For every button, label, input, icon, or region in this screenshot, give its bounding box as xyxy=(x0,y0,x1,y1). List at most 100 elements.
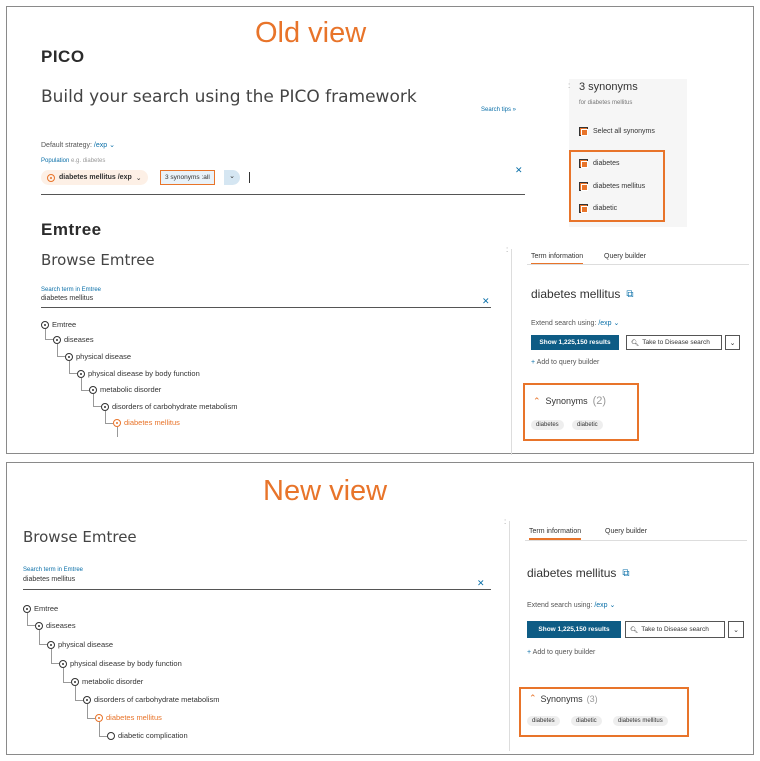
chevron-down-icon: ⌄ xyxy=(609,602,616,609)
copy-icon[interactable]: ⧉ xyxy=(626,289,633,300)
search-tips-link[interactable]: Search tips » xyxy=(481,107,516,113)
node-dot-icon xyxy=(101,402,109,411)
chevron-up-icon: ⌃ xyxy=(529,693,537,703)
term-title: diabetes mellitus ⧉ xyxy=(527,566,630,580)
default-strategy: Default strategy: /exp ⌄ xyxy=(41,141,115,149)
default-strategy-dropdown[interactable]: /exp ⌄ xyxy=(94,142,115,149)
population-label: Population e.g. diabetes xyxy=(41,158,106,164)
emtree-search-clear-icon[interactable]: ✕ xyxy=(477,578,485,589)
emtree-search-input[interactable]: diabetes mellitus xyxy=(23,576,75,583)
tree-node[interactable]: Emtree xyxy=(23,604,58,613)
panel-divider-handle: : xyxy=(504,517,507,526)
select-all-synonyms[interactable]: Select all synonyms xyxy=(579,127,655,136)
tree-node[interactable]: disorders of carbohydrate metabolism xyxy=(83,695,219,704)
node-dot-icon xyxy=(113,418,121,427)
synonym-chip[interactable]: diabetes xyxy=(527,716,560,726)
synonym-option[interactable]: diabetes mellitus xyxy=(579,182,645,191)
tabs-underline xyxy=(527,264,749,265)
synonym-chip[interactable]: diabetes mellitus xyxy=(613,716,668,726)
node-dot-icon xyxy=(65,352,73,361)
default-strategy-label: Default strategy: xyxy=(41,142,92,149)
tree-node[interactable]: physical disease by body function xyxy=(77,369,200,378)
node-dot-icon xyxy=(53,335,61,344)
add-to-query-builder[interactable]: + Add to query builder xyxy=(531,359,599,366)
emtree-search-label: Search term in Emtree xyxy=(23,567,84,573)
synonym-chip[interactable]: diabetes xyxy=(531,420,564,430)
checkbox-icon xyxy=(579,182,588,191)
node-dot-icon xyxy=(77,369,85,378)
take-to-disease-button[interactable]: 🔍︎ Take to Disease search xyxy=(626,335,722,350)
pico-input-underline xyxy=(41,194,525,195)
emtree-search-clear-icon[interactable]: ✕ xyxy=(482,296,490,307)
tab-query-builder[interactable]: Query builder xyxy=(605,528,647,535)
browse-emtree-title: Browse Emtree xyxy=(41,251,155,269)
tree-node[interactable]: diseases xyxy=(35,621,76,630)
tab-query-builder[interactable]: Query builder xyxy=(604,253,646,260)
panel-divider xyxy=(511,249,512,455)
node-dot-icon xyxy=(71,677,79,686)
show-results-button[interactable]: Show 1,225,150 results xyxy=(531,335,619,350)
take-to-disease-button[interactable]: 🔍︎ Take to Disease search xyxy=(625,621,725,638)
tree-node[interactable]: diabetic complication xyxy=(107,731,188,740)
node-dot-icon xyxy=(89,385,97,394)
synonym-chip[interactable]: diabetic xyxy=(571,716,602,726)
tree-node[interactable]: metabolic disorder xyxy=(71,677,143,686)
extend-search: Extend search using: /exp ⌄ xyxy=(531,320,620,327)
panel-divider-handle: : xyxy=(506,245,509,254)
term-chip[interactable]: diabetes mellitus /exp ⌄ xyxy=(41,170,148,185)
take-to-dropdown[interactable]: ⌄ xyxy=(725,335,740,350)
extend-dropdown[interactable]: /exp ⌄ xyxy=(594,602,615,609)
synonyms-section-highlight xyxy=(523,383,639,441)
checkbox-icon xyxy=(579,127,588,136)
emtree-search-underline xyxy=(23,589,491,590)
synonym-option[interactable]: diabetes xyxy=(579,159,619,168)
add-to-query-builder[interactable]: + Add to query builder xyxy=(527,649,595,656)
synonym-chip[interactable]: diabetic xyxy=(572,420,603,430)
synonyms-chip-chevron[interactable]: ⌄ xyxy=(224,170,240,185)
synonyms-toggle[interactable]: ⌃ Synonyms (3) xyxy=(529,693,598,704)
text-cursor xyxy=(249,172,250,183)
emtree-search-label: Search term in Emtree xyxy=(41,287,102,293)
synonym-panel-handle: : xyxy=(568,81,571,90)
tree-node-selected[interactable]: diabetes mellitus xyxy=(95,713,162,722)
tree-node[interactable]: physical disease xyxy=(47,640,113,649)
extend-search: Extend search using: /exp ⌄ xyxy=(527,602,616,609)
node-dot-icon xyxy=(41,320,49,329)
tab-term-information[interactable]: Term information xyxy=(529,528,582,540)
emtree-search-input[interactable]: diabetes mellitus xyxy=(41,295,93,302)
node-dot-icon xyxy=(83,695,91,704)
synonyms-toggle[interactable]: ⌃ Synonyms (2) xyxy=(533,395,606,407)
tree-node[interactable]: diseases xyxy=(53,335,94,344)
pico-build-title: Build your search using the PICO framewo… xyxy=(41,87,417,107)
checkbox-icon xyxy=(579,159,588,168)
take-to-dropdown[interactable]: ⌄ xyxy=(728,621,744,638)
search-icon: 🔍︎ xyxy=(630,626,639,634)
extend-dropdown[interactable]: /exp ⌄ xyxy=(598,320,619,327)
tree-node[interactable]: disorders of carbohydrate metabolism xyxy=(101,402,237,411)
synonym-option[interactable]: diabetic xyxy=(579,204,617,213)
checkbox-icon xyxy=(579,204,588,213)
tree-node[interactable]: physical disease by body function xyxy=(59,659,182,668)
node-dot-icon xyxy=(95,713,103,722)
chevron-down-icon: ⌄ xyxy=(109,142,115,149)
synonym-panel-title: 3 synonyms xyxy=(579,81,638,93)
tree-node[interactable]: Emtree xyxy=(41,320,76,329)
tree-node[interactable]: physical disease xyxy=(65,352,131,361)
synonyms-chip[interactable]: 3 synonyms :all xyxy=(160,170,215,185)
new-view-panel: New view Browse Emtree Search term in Em… xyxy=(6,462,754,755)
pico-section-title: PICO xyxy=(41,47,85,66)
emtree-section-title: Emtree xyxy=(41,220,102,239)
tree-node-selected[interactable]: diabetes mellitus xyxy=(113,418,180,427)
chevron-up-icon: ⌃ xyxy=(533,395,541,406)
show-results-button[interactable]: Show 1,225,150 results xyxy=(527,621,621,638)
chevron-down-icon: ⌄ xyxy=(613,320,620,327)
synonym-panel-subtitle: for diabetes mellitus xyxy=(579,100,633,106)
search-icon: 🔍︎ xyxy=(631,339,640,347)
browse-emtree-title: Browse Emtree xyxy=(23,528,137,546)
old-view-heading: Old view xyxy=(255,17,367,49)
old-view-panel: Old view PICO Build your search using th… xyxy=(6,6,754,455)
tree-node[interactable]: metabolic disorder xyxy=(89,385,161,394)
copy-icon[interactable]: ⧉ xyxy=(622,568,629,579)
clear-icon[interactable]: ✕ xyxy=(515,165,523,176)
emtree-search-underline xyxy=(41,307,491,308)
